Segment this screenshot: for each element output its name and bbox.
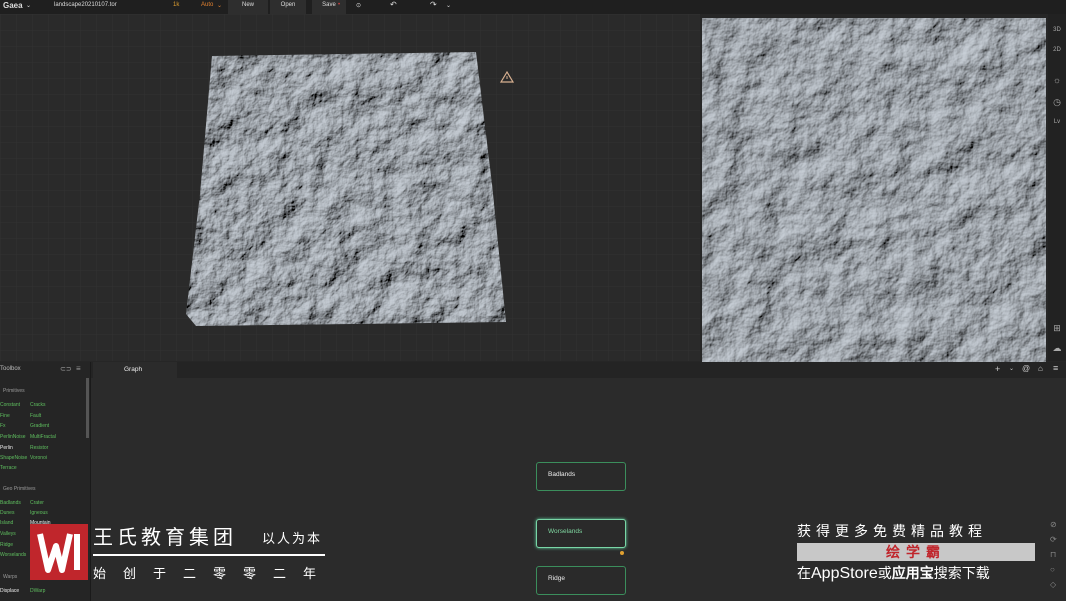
- search-icon[interactable]: @: [1022, 364, 1030, 373]
- side-icon-2[interactable]: ⟳: [1050, 535, 1057, 544]
- tool-item[interactable]: Voronoi: [30, 455, 47, 461]
- promo-line-3: 在AppStore或应用宝搜索下载: [797, 563, 990, 583]
- promo-yyb: 应用宝: [891, 565, 934, 581]
- undo-icon[interactable]: ↶: [390, 0, 397, 9]
- clock-icon[interactable]: ◷: [1051, 96, 1063, 108]
- tool-item[interactable]: MultiFractal: [30, 434, 56, 440]
- wang-logo-icon: [37, 533, 80, 573]
- viewport-side-toolbar: 3D 2D ☼ ◷ Lv ⊞ ☁: [1048, 14, 1066, 361]
- terrain-mesh-3d: [186, 52, 506, 326]
- viewport-3d-canvas[interactable]: [0, 14, 700, 361]
- tool-item[interactable]: Crater: [30, 500, 44, 506]
- promo-appstore: AppStore: [811, 565, 878, 582]
- tool-item[interactable]: PerlinNoise: [0, 434, 26, 440]
- build-mode-select[interactable]: Auto: [201, 2, 213, 8]
- lv-button[interactable]: Lv: [1051, 116, 1063, 128]
- tool-item[interactable]: Fault: [30, 413, 41, 419]
- viewport-3d[interactable]: [0, 14, 700, 361]
- promo-or: 或: [877, 565, 892, 581]
- node-output-port[interactable]: [620, 551, 624, 555]
- toolbox-title: Toolbox: [0, 366, 21, 372]
- watermark-slogan: 以人为本: [262, 531, 323, 546]
- graph-node-ridge[interactable]: Ridge: [536, 566, 626, 595]
- tool-item[interactable]: Perlin: [0, 445, 13, 451]
- menu-icon[interactable]: ≡: [76, 364, 81, 373]
- tool-item[interactable]: Constant: [0, 402, 20, 408]
- tool-item[interactable]: Igneous: [30, 510, 48, 516]
- home-icon[interactable]: ⌂: [1038, 364, 1043, 373]
- sun-icon[interactable]: ☼: [1051, 74, 1063, 86]
- section-warps[interactable]: Warps: [3, 574, 17, 580]
- promo-brand-bar: 绘学霸: [797, 543, 1035, 561]
- promo-suffix: 搜索下载: [933, 565, 990, 581]
- view-3d-button[interactable]: 3D: [1051, 24, 1063, 36]
- graph-header: [91, 362, 1066, 378]
- menu-icon[interactable]: ≡: [1053, 363, 1058, 373]
- resolution-select[interactable]: 1k: [173, 2, 179, 8]
- tool-item[interactable]: Valleys: [0, 531, 16, 537]
- tool-item[interactable]: ShapeNoise: [0, 455, 27, 461]
- watermark-logo: [30, 524, 88, 580]
- tool-item[interactable]: DWarp: [30, 588, 45, 594]
- node-label: Badlands: [548, 471, 576, 478]
- view-2d-button[interactable]: 2D: [1051, 44, 1063, 56]
- add-chevron-icon[interactable]: ⌄: [1009, 365, 1014, 372]
- graph-node-badlands[interactable]: Badlands: [536, 462, 626, 491]
- tool-item[interactable]: Worselands: [0, 552, 26, 558]
- side-icon-4[interactable]: ○: [1050, 565, 1055, 574]
- terrain-map-2d: [702, 18, 1046, 362]
- watermark-founded: 始创于二零零二年: [93, 566, 334, 581]
- add-node-icon[interactable]: +: [995, 364, 1000, 374]
- cloud-icon[interactable]: ☁: [1051, 342, 1063, 354]
- tool-item[interactable]: Terrace: [0, 465, 17, 471]
- unsaved-dot-icon: •: [338, 2, 341, 8]
- tool-item[interactable]: Island: [0, 520, 13, 526]
- tool-item[interactable]: Fine: [0, 413, 10, 419]
- side-icon-3[interactable]: ⊓: [1050, 550, 1056, 559]
- toggle-icon[interactable]: ⊂⊃: [60, 365, 72, 373]
- node-label: Ridge: [548, 575, 565, 582]
- tool-item[interactable]: Ridge: [0, 542, 13, 548]
- toolbox-scrollbar[interactable]: [86, 378, 89, 438]
- history-icon[interactable]: ⊙: [356, 2, 361, 9]
- tab-graph-label: Graph: [124, 366, 143, 373]
- watermark-org-name: 王氏教育集团: [93, 527, 237, 549]
- side-icon-1[interactable]: ⊘: [1050, 520, 1057, 529]
- promo-line-1: 获得更多免费精品教程: [797, 523, 987, 539]
- tool-item[interactable]: Dunes: [0, 510, 14, 516]
- grid-view-icon[interactable]: ⊞: [1051, 322, 1063, 334]
- viewport-2d[interactable]: [702, 18, 1046, 362]
- build-mode-chevron-icon[interactable]: ⌄: [217, 2, 222, 9]
- promo-prefix: 在: [797, 565, 811, 581]
- tool-item[interactable]: Badlands: [0, 500, 21, 506]
- side-icon-5[interactable]: ◇: [1050, 580, 1056, 589]
- redo-icon[interactable]: ↷: [430, 0, 437, 9]
- tool-item[interactable]: Fx: [0, 423, 6, 429]
- tool-item[interactable]: Displace: [0, 588, 19, 594]
- tool-item[interactable]: Gradient: [30, 423, 49, 429]
- top-toolbar: Gaea ⌄ landscape20210107.tor 1k Auto ⌄ N…: [0, 0, 1066, 16]
- app-name[interactable]: Gaea: [3, 1, 23, 10]
- tool-item[interactable]: Resistor: [30, 445, 48, 451]
- file-name: landscape20210107.tor: [54, 2, 117, 8]
- tab-graph[interactable]: Graph: [93, 362, 177, 378]
- node-label: Worselands: [548, 528, 583, 535]
- section-primitives[interactable]: Primitives: [3, 388, 25, 394]
- redo-chevron-icon[interactable]: ⌄: [446, 2, 451, 9]
- promo-brand: 绘学霸: [886, 544, 946, 560]
- watermark-divider: [93, 554, 325, 556]
- tool-item[interactable]: Cracks: [30, 402, 46, 408]
- graph-node-worselands[interactable]: Worselands: [536, 519, 626, 548]
- section-geo-primitives[interactable]: Geo Primitives: [3, 486, 36, 492]
- app-menu-chevron-icon[interactable]: ⌄: [26, 2, 31, 9]
